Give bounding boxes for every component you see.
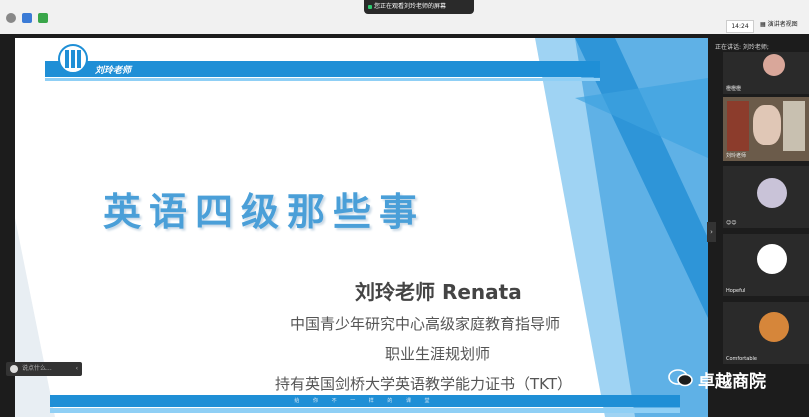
shared-slide: 刘玲老师 英语四级那些事 刘玲老师 Renata 中国青少年研究中心高级家庭教育… xyxy=(15,38,708,417)
participant-avatar xyxy=(759,312,789,342)
top-bar: 您正在观看刘玲老师的屏幕 14:24 ▦ 演讲者视图 xyxy=(0,0,809,34)
participant-tile[interactable]: ☺☺ xyxy=(723,166,809,228)
participant-tile-active[interactable]: 刘玲老师 xyxy=(723,97,809,161)
credential-2: 职业生涯规划师 xyxy=(385,345,491,363)
chevron-left-icon[interactable]: ‹ xyxy=(76,362,78,376)
collapse-sidebar-button[interactable]: › xyxy=(707,222,716,242)
slide-headline: 英语四级那些事 xyxy=(103,190,426,234)
user-avatar xyxy=(10,365,18,373)
chevron-right-icon: › xyxy=(710,228,713,236)
participant-tile[interactable]: Hopeful xyxy=(723,234,809,296)
logo-icon xyxy=(58,44,88,74)
wechat-icon xyxy=(668,369,693,387)
shield-icon[interactable] xyxy=(22,13,32,23)
share-status-icon xyxy=(368,5,372,9)
participant-name: 橙橙橙 xyxy=(726,86,742,92)
speaker-view-label: 演讲者视图 xyxy=(767,21,798,28)
video-window xyxy=(783,101,805,151)
sharing-indicator[interactable]: 您正在观看刘玲老师的屏幕 xyxy=(364,0,474,14)
participant-avatar xyxy=(757,244,787,274)
watermark: 卓越商院 xyxy=(698,372,766,392)
participant-name: ☺☺ xyxy=(726,220,737,226)
credential-3: 持有英国剑桥大学英语教学能力证书（TKT） xyxy=(275,375,572,393)
signal-icon[interactable] xyxy=(38,13,48,23)
video-bookshelf xyxy=(727,101,749,151)
speaker-view-button[interactable]: ▦ 演讲者视图 xyxy=(760,19,798,31)
info-icon[interactable] xyxy=(6,13,16,23)
meeting-time: 14:24 xyxy=(726,20,754,33)
participant-tile[interactable]: Comfortable xyxy=(723,302,809,364)
comment-placeholder: 说点什么... xyxy=(22,365,52,372)
bottom-banner: 给 你 不 一 样 的 课 堂 xyxy=(50,395,680,407)
participant-name: 刘玲老师 xyxy=(726,153,747,159)
participant-avatar xyxy=(757,178,787,208)
participant-avatar xyxy=(763,54,785,76)
credential-1: 中国青少年研究中心高级家庭教育指导师 xyxy=(290,315,561,333)
grid-icon: ▦ xyxy=(760,21,768,28)
comment-input[interactable]: 说点什么... ‹ xyxy=(6,362,82,376)
participant-name: Comfortable xyxy=(726,356,757,362)
teacher-name: 刘玲老师 Renata xyxy=(355,280,522,304)
speaker-video xyxy=(753,105,781,145)
participant-tile[interactable]: 橙橙橙 xyxy=(723,52,809,94)
participant-name: Hopeful xyxy=(726,288,746,294)
header-banner-accent xyxy=(45,78,600,81)
sharing-label: 您正在观看刘玲老师的屏幕 xyxy=(374,3,447,10)
speaking-label: 正在讲话: 刘玲老师; xyxy=(715,44,769,51)
bottom-banner-accent xyxy=(50,408,680,413)
slide-header-name: 刘玲老师 xyxy=(95,66,132,76)
